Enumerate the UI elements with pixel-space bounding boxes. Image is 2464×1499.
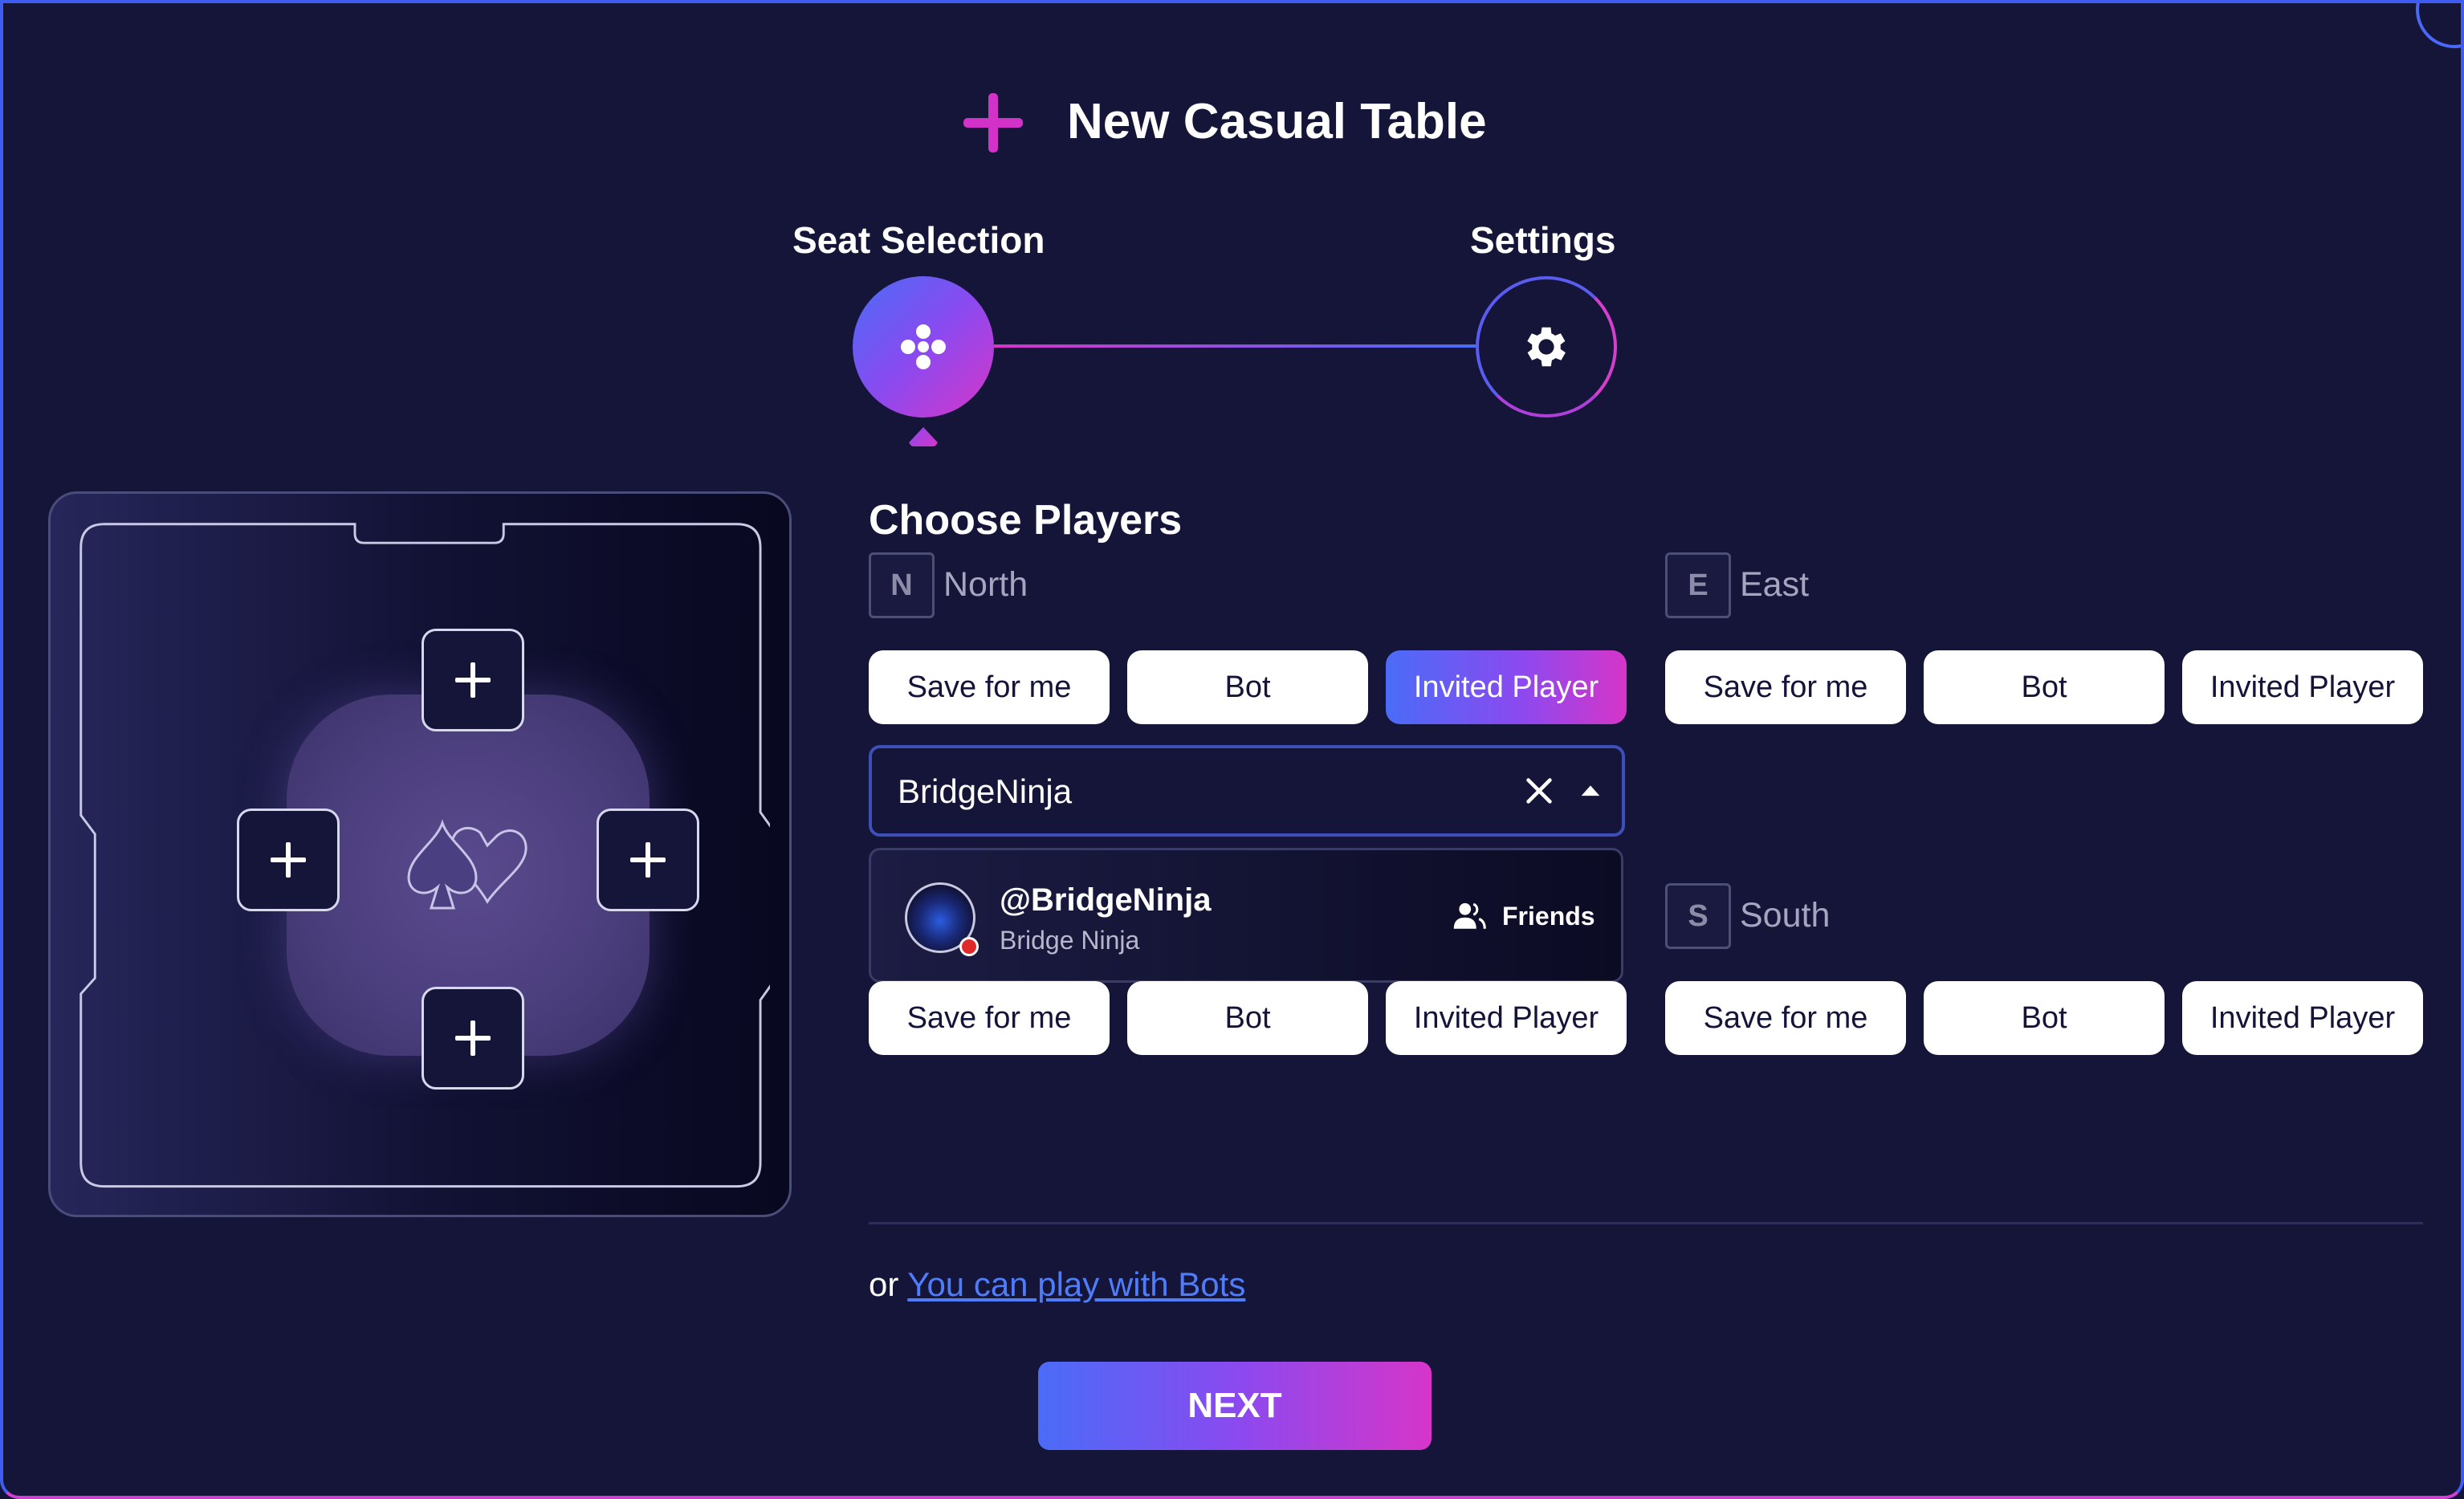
- step-label-settings: Settings: [1470, 219, 1616, 261]
- section-title: Choose Players: [869, 497, 1183, 544]
- plus-icon: [271, 842, 306, 878]
- active-step-pointer: [909, 427, 938, 446]
- table-preview: [48, 491, 792, 1217]
- play-with-bots-line: or You can play with Bots: [869, 1265, 1245, 1304]
- east-label: East: [1740, 565, 1810, 604]
- step-seat-selection[interactable]: [853, 276, 994, 418]
- suits-logo-icon: [407, 819, 527, 910]
- divider: [869, 1222, 2423, 1224]
- step-settings[interactable]: [1476, 276, 1617, 418]
- north-save-for-me-button[interactable]: Save for me: [869, 650, 1110, 724]
- result-name: Bridge Ninja: [1000, 926, 1140, 955]
- close-icon[interactable]: [1521, 772, 1558, 809]
- step-label-seat-selection: Seat Selection: [792, 219, 1045, 261]
- east-save-for-me-button[interactable]: Save for me: [1665, 650, 1906, 724]
- bots-prefix: or: [869, 1265, 899, 1303]
- caret-up-icon[interactable]: [1577, 780, 1604, 800]
- west-bot-button[interactable]: Bot: [1127, 981, 1368, 1055]
- friends-badge: Friends: [1502, 902, 1595, 931]
- gear-icon: [1527, 327, 1566, 367]
- seat-north-button[interactable]: [422, 629, 524, 731]
- east-badge: E: [1665, 552, 1731, 618]
- north-invited-player-button[interactable]: Invited Player: [1386, 650, 1627, 724]
- south-badge: S: [1665, 883, 1731, 949]
- player-search-input[interactable]: [896, 763, 1509, 821]
- east-bot-button[interactable]: Bot: [1924, 650, 2165, 724]
- player-search-combobox[interactable]: [869, 745, 1625, 837]
- page-title: New Casual Table: [1067, 94, 1487, 149]
- south-bot-button[interactable]: Bot: [1924, 981, 2165, 1055]
- status-dot: [959, 937, 979, 956]
- new-table-dialog: New Casual Table Seat Selection Settings: [0, 0, 2464, 1499]
- seat-east-button[interactable]: [597, 809, 699, 911]
- plus-icon: [630, 842, 666, 878]
- friends-icon: [1453, 902, 1486, 929]
- seat-south-button[interactable]: [422, 987, 524, 1090]
- north-badge: N: [869, 552, 935, 618]
- plus-icon: [963, 93, 1023, 153]
- west-invited-player-button[interactable]: Invited Player: [1386, 981, 1627, 1055]
- south-label: South: [1740, 896, 1831, 935]
- seat-west-button[interactable]: [237, 809, 340, 911]
- north-label: North: [943, 565, 1028, 604]
- next-button[interactable]: NEXT: [1038, 1362, 1432, 1450]
- south-save-for-me-button[interactable]: Save for me: [1665, 981, 1906, 1055]
- east-invited-player-button[interactable]: Invited Player: [2182, 650, 2423, 724]
- result-handle: @BridgeNinja: [1000, 882, 1212, 918]
- search-result-option[interactable]: @BridgeNinja Bridge Ninja Friends: [869, 848, 1623, 983]
- plus-icon: [455, 1020, 491, 1056]
- west-save-for-me-button[interactable]: Save for me: [869, 981, 1110, 1055]
- corner-ring: [2416, 3, 2461, 48]
- play-with-bots-link[interactable]: You can play with Bots: [907, 1265, 1245, 1303]
- north-bot-button[interactable]: Bot: [1127, 650, 1368, 724]
- south-invited-player-button[interactable]: Invited Player: [2182, 981, 2423, 1055]
- stepper-connector: [994, 344, 1476, 348]
- grid-dots-icon: [901, 324, 946, 369]
- plus-icon: [455, 662, 491, 698]
